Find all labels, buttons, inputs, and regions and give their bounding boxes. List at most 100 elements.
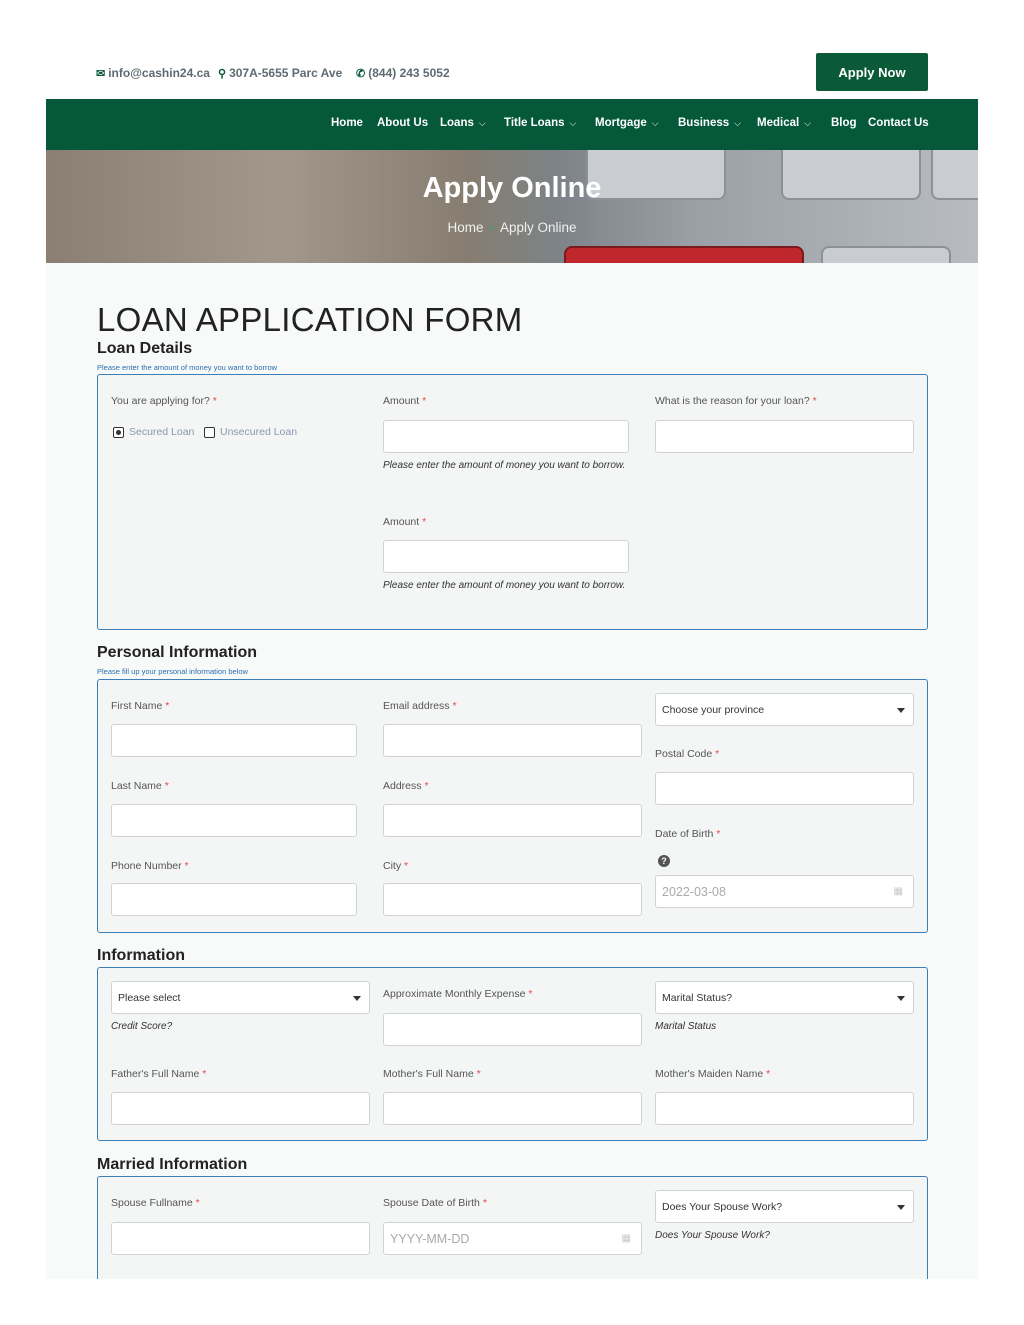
father-label: Father's Full Name *: [111, 1068, 206, 1080]
spouse-name-input[interactable]: [111, 1222, 370, 1255]
spouse-work-help: Does Your Spouse Work?: [655, 1230, 770, 1241]
label-text: Address: [383, 780, 422, 792]
nav-contact[interactable]: Contact Us: [868, 117, 929, 129]
label-text: Date of Birth: [655, 828, 714, 840]
page-title: Apply Online: [422, 172, 602, 204]
label-text: First Name: [111, 700, 163, 712]
required-mark: *: [424, 780, 429, 792]
spouse-dob-label: Spouse Date of Birth *: [383, 1197, 487, 1209]
spouse-name-label: Spouse Fullname *: [111, 1197, 200, 1209]
father-input[interactable]: [111, 1092, 370, 1125]
option-label: Secured Loan: [129, 426, 195, 438]
nav-business[interactable]: Business ⌵: [678, 117, 741, 129]
credit-score-select[interactable]: Please select: [111, 981, 370, 1014]
nav-label: Loans: [440, 117, 474, 129]
required-mark: *: [422, 395, 427, 407]
calendar-icon[interactable]: ▦: [622, 1233, 631, 1244]
nav-label: Blog: [831, 117, 857, 129]
hero-banner: Apply Online Home › Apply Online: [46, 150, 978, 263]
nav-label: Contact Us: [868, 117, 929, 129]
first-name-input[interactable]: [111, 724, 357, 757]
caret-down-icon: [897, 1205, 905, 1210]
required-mark: *: [812, 395, 817, 407]
nav-blog[interactable]: Blog: [831, 117, 857, 129]
amount-help: Please enter the amount of money you wan…: [383, 460, 626, 471]
phone-text: (844) 243 5052: [368, 66, 450, 80]
last-name-input[interactable]: [111, 804, 357, 837]
loan-details-subtitle: Please enter the amount of money you wan…: [97, 363, 278, 372]
married-info-title: Married Information: [97, 1156, 248, 1173]
main-nav: Home About Us Loans ⌵ Title Loans ⌵ Mortga…: [46, 99, 978, 150]
amount-input[interactable]: [383, 420, 629, 453]
label-text: Spouse Fullname: [111, 1197, 193, 1209]
maiden-input[interactable]: [655, 1092, 914, 1125]
unsecured-loan-option[interactable]: Unsecured Loan: [204, 426, 297, 438]
address-input[interactable]: [383, 804, 642, 837]
required-mark: *: [482, 1197, 487, 1209]
loan-details-box: You are applying for? * Secured Loan Uns…: [97, 374, 928, 630]
marital-status-select[interactable]: Marital Status?: [655, 981, 914, 1014]
nav-medical[interactable]: Medical ⌵: [757, 117, 811, 129]
label-text: Amount: [383, 395, 420, 407]
last-name-label: Last Name *: [111, 780, 169, 792]
question-circle-icon[interactable]: ?: [658, 855, 670, 867]
chevron-down-icon: ⌵: [569, 117, 577, 128]
page: ✉ info@cashin24.ca ⚲ 307A-5655 Parc Ave …: [46, 46, 978, 1279]
spouse-work-select[interactable]: Does Your Spouse Work?: [655, 1190, 914, 1223]
amount2-label: Amount *: [383, 516, 426, 528]
nav-loans[interactable]: Loans ⌵: [440, 117, 486, 129]
reason-input[interactable]: [655, 420, 914, 453]
required-mark: *: [452, 700, 457, 712]
chevron-down-icon: ⌵: [478, 117, 486, 128]
email-contact[interactable]: ✉ info@cashin24.ca: [96, 66, 210, 80]
province-select[interactable]: Choose your province: [655, 693, 914, 726]
checkbox-unchecked[interactable]: [204, 426, 215, 438]
city-label: City *: [383, 860, 408, 872]
red-key-graphic: [564, 246, 804, 263]
dob-input[interactable]: 2022-03-08 ▦: [655, 875, 914, 908]
mother-input[interactable]: [383, 1092, 642, 1125]
top-bar: ✉ info@cashin24.ca ⚲ 307A-5655 Parc Ave …: [46, 46, 978, 99]
loan-details-title: Loan Details: [97, 340, 193, 357]
postal-input[interactable]: [655, 772, 914, 805]
personal-info-title: Personal Information: [97, 644, 258, 661]
apply-now-button[interactable]: Apply Now: [816, 53, 928, 91]
map-pin-icon: ⚲: [218, 67, 227, 80]
nav-about[interactable]: About Us: [377, 117, 428, 129]
information-title: Information: [97, 947, 185, 964]
calendar-icon[interactable]: ▦: [894, 886, 903, 897]
nav-home[interactable]: Home: [331, 117, 363, 129]
nav-label: Business: [678, 117, 730, 129]
email-input[interactable]: [383, 724, 642, 757]
breadcrumb-home[interactable]: Home: [447, 220, 483, 235]
phone-input[interactable]: [111, 883, 357, 916]
nav-label: Home: [331, 117, 363, 129]
breadcrumb: Home › Apply Online: [46, 220, 978, 235]
city-input[interactable]: [383, 883, 642, 916]
reason-label: What is the reason for your loan? *: [655, 395, 817, 407]
spouse-dob-input[interactable]: YYYY-MM-DD ▦: [383, 1222, 642, 1255]
maiden-label: Mother's Maiden Name *: [655, 1068, 770, 1080]
required-mark: *: [716, 828, 721, 840]
label-text: What is the reason for your loan?: [655, 395, 810, 407]
select-value: Choose your province: [662, 704, 765, 716]
nav-label: Medical: [757, 117, 800, 129]
breadcrumb-separator-icon: ›: [489, 220, 494, 235]
caret-down-icon: [897, 708, 905, 713]
label-text: You are applying for?: [111, 395, 210, 407]
label-text: City: [383, 860, 402, 872]
radio-checked[interactable]: [113, 426, 124, 438]
amount2-input[interactable]: [383, 540, 629, 573]
nav-mortgage[interactable]: Mortgage ⌵: [595, 117, 659, 129]
email-text: info@cashin24.ca: [108, 66, 210, 80]
expense-input[interactable]: [383, 1013, 642, 1046]
label-text: Spouse Date of Birth: [383, 1197, 480, 1209]
address-contact[interactable]: ⚲ 307A-5655 Parc Ave: [218, 66, 342, 80]
secured-loan-option[interactable]: Secured Loan: [113, 426, 194, 438]
nav-title-loans[interactable]: Title Loans ⌵: [504, 117, 576, 129]
phone-contact[interactable]: ✆ (844) 243 5052: [356, 66, 450, 80]
label-text: Mother's Maiden Name: [655, 1068, 764, 1080]
phone-label: Phone Number *: [111, 860, 189, 872]
address-text: 307A-5655 Parc Ave: [229, 66, 343, 80]
required-mark: *: [184, 860, 189, 872]
